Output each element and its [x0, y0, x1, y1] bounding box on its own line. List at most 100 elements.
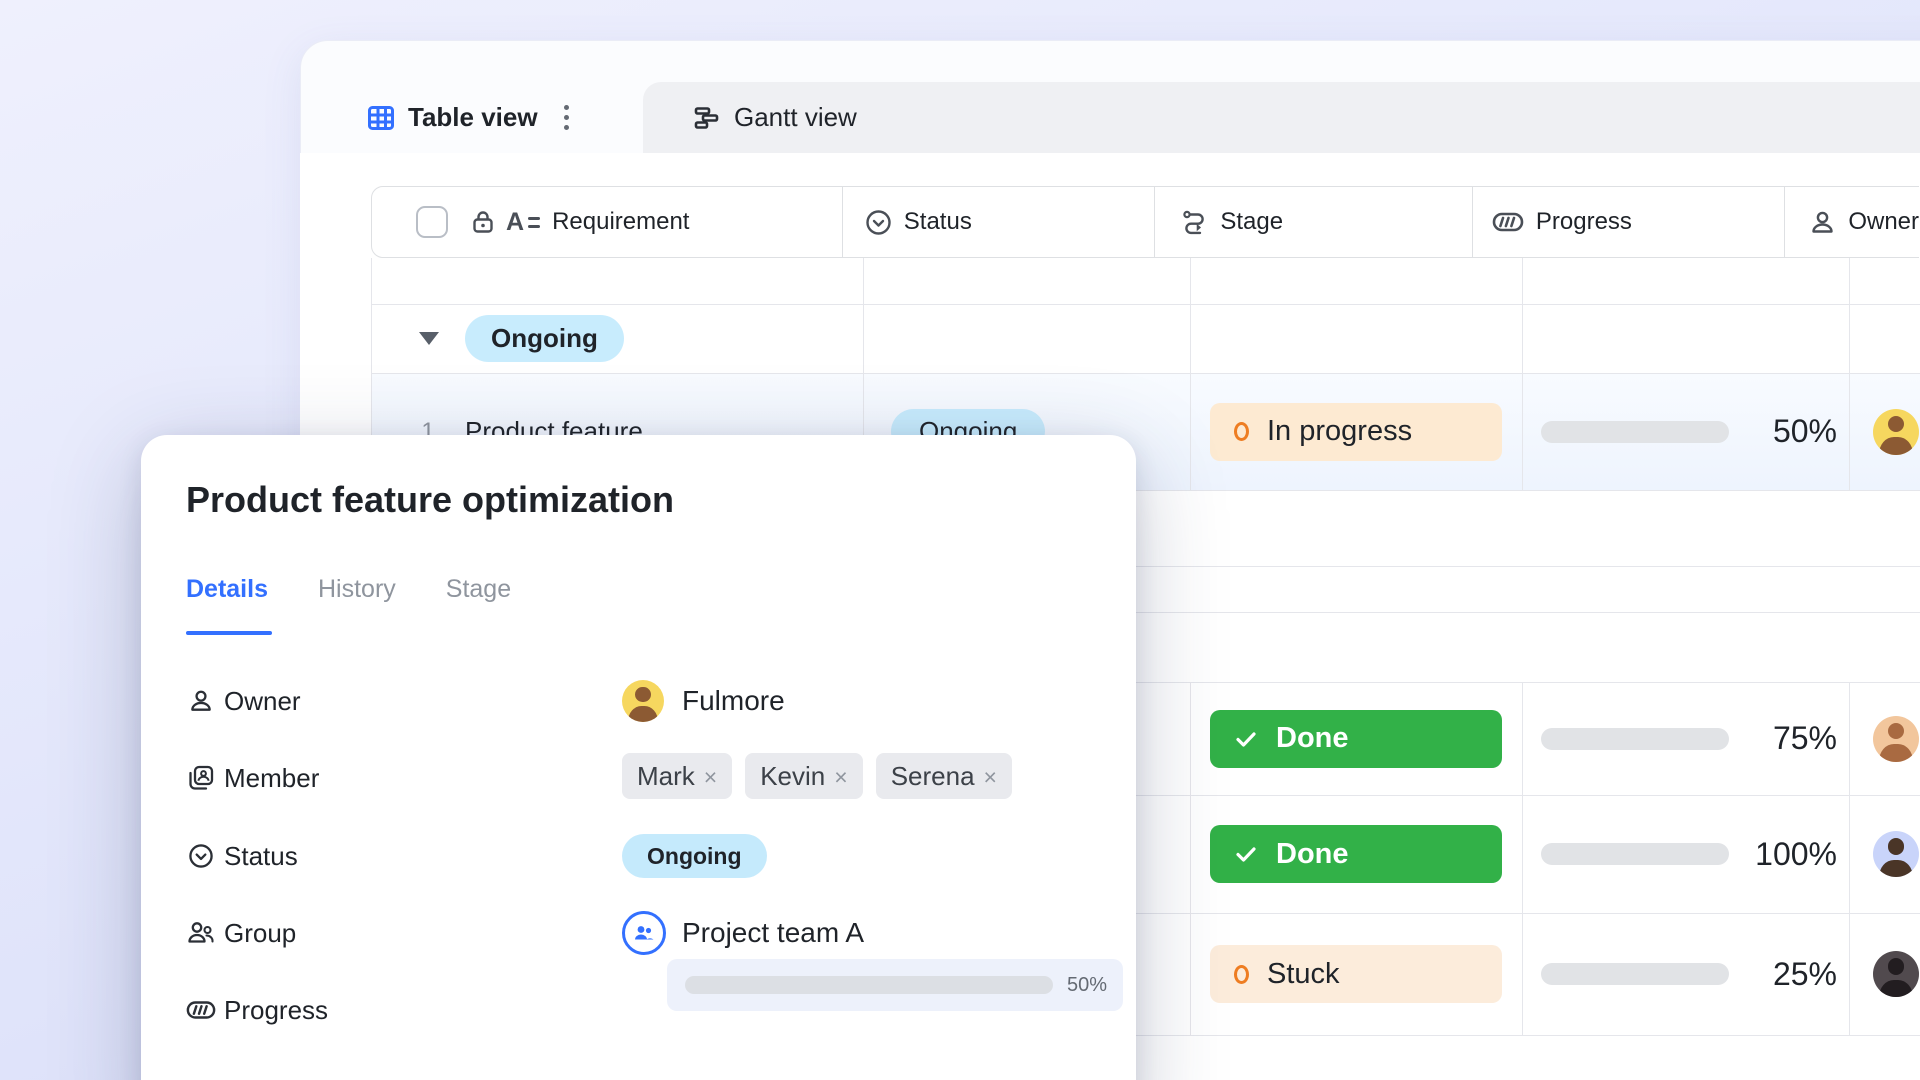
group-badge[interactable]: Ongoing: [465, 315, 624, 362]
progress-percent: 50%: [1729, 413, 1849, 450]
stage-chip: Done: [1210, 710, 1502, 768]
collapse-caret-icon[interactable]: [419, 332, 439, 345]
field-group-label: Group: [186, 908, 296, 958]
remove-member-icon[interactable]: ×: [834, 754, 847, 800]
field-status-value[interactable]: Ongoing: [622, 831, 767, 881]
field-label: Group: [224, 918, 296, 949]
cell-owner[interactable]: [1849, 682, 1920, 795]
member-chip[interactable]: Serena ×: [876, 753, 1012, 799]
tab-stage[interactable]: Stage: [446, 575, 511, 604]
remove-member-icon[interactable]: ×: [984, 754, 997, 800]
group-row-ongoing: Ongoing: [371, 304, 1920, 373]
stage-chip: In progress: [1210, 403, 1502, 461]
team-icon: [622, 911, 666, 955]
column-header-stage[interactable]: Stage: [1155, 187, 1473, 257]
cell-stage[interactable]: Done: [1190, 682, 1522, 795]
tab-gantt-view[interactable]: Gantt view: [693, 82, 857, 153]
avatar: [1873, 951, 1919, 997]
stage-route-icon: [1181, 209, 1208, 236]
avatar: [622, 680, 664, 722]
record-title: Product feature optimization: [186, 479, 674, 521]
column-header-requirement[interactable]: A Requirement: [372, 187, 843, 257]
tab-menu-dots-icon[interactable]: [564, 105, 569, 130]
cell-owner[interactable]: [1849, 373, 1920, 490]
progress-pill-icon: [1492, 210, 1524, 234]
member-name: Mark: [637, 753, 695, 799]
table-grid-icon: [367, 104, 395, 132]
stage-chip: Stuck: [1210, 945, 1502, 1003]
cell-owner[interactable]: [1849, 913, 1920, 1035]
member-chip[interactable]: Kevin ×: [745, 753, 862, 799]
status-circle-chevron-icon: [186, 843, 216, 869]
field-status-label: Status: [186, 831, 298, 881]
progress-track: [1541, 843, 1729, 865]
progress-track: [1541, 421, 1729, 443]
record-detail-modal: Product feature optimization Details His…: [141, 435, 1136, 1080]
avatar: [1873, 716, 1919, 762]
field-label: Owner: [224, 686, 301, 717]
column-label: Stage: [1220, 208, 1283, 236]
members-badges-icon: [186, 764, 216, 792]
status-pill: Ongoing: [622, 834, 767, 878]
stage-chip: Done: [1210, 825, 1502, 883]
column-header-status[interactable]: Status: [843, 187, 1156, 257]
stage-ring-icon: [1234, 422, 1249, 441]
text-field-icon: A: [506, 208, 540, 237]
progress-percent: 100%: [1729, 836, 1849, 873]
member-name: Serena: [891, 753, 975, 799]
column-header-owner[interactable]: Owner: [1785, 187, 1919, 257]
cell-stage[interactable]: In progress: [1190, 373, 1522, 490]
active-tab-underline: [186, 631, 272, 635]
people-group-icon: [186, 919, 216, 947]
field-group-value[interactable]: Project team A: [622, 908, 864, 958]
field-label: Member: [224, 763, 319, 794]
cell-stage[interactable]: Done: [1190, 795, 1522, 913]
person-icon: [1809, 209, 1836, 236]
cell-stage[interactable]: Stuck: [1190, 913, 1522, 1035]
avatar: [1873, 831, 1919, 877]
stage-label: Done: [1276, 722, 1349, 755]
group-name: Project team A: [682, 917, 864, 949]
field-owner-label: Owner: [186, 676, 301, 726]
field-label: Status: [224, 841, 298, 872]
cell-progress[interactable]: 75%: [1522, 682, 1849, 795]
field-member-label: Member: [186, 753, 319, 803]
tab-table-view[interactable]: Table view: [333, 82, 643, 153]
member-name: Kevin: [760, 753, 825, 799]
remove-member-icon[interactable]: ×: [704, 754, 717, 800]
check-icon: [1234, 727, 1258, 751]
stage-label: Stuck: [1267, 958, 1340, 991]
column-label: Status: [904, 208, 972, 236]
field-progress-label: Progress 50%: [186, 985, 328, 1035]
owner-name: Fulmore: [682, 685, 785, 717]
modal-tabs: Details History Stage: [186, 575, 511, 604]
check-icon: [1234, 842, 1258, 866]
tab-gantt-view-label: Gantt view: [734, 102, 857, 133]
status-circle-chevron-icon: [865, 209, 892, 236]
progress-track: [685, 976, 1053, 994]
progress-percent: 50%: [1067, 974, 1107, 997]
field-progress-value[interactable]: 50%: [667, 959, 1123, 1011]
cell-progress[interactable]: 25%: [1522, 913, 1849, 1035]
cell-owner[interactable]: [1849, 795, 1920, 913]
tab-details[interactable]: Details: [186, 575, 268, 604]
stage-label: In progress: [1267, 415, 1412, 448]
table-header-row: A Requirement Status Stage Progress Ow: [371, 186, 1919, 258]
person-icon: [186, 688, 216, 714]
field-owner-value[interactable]: Fulmore: [622, 676, 785, 726]
gantt-icon: [693, 104, 721, 132]
stage-label: Done: [1276, 838, 1349, 871]
field-member-value: Mark × Kevin × Serena ×: [622, 751, 1025, 801]
member-chip[interactable]: Mark ×: [622, 753, 732, 799]
stage-ring-icon: [1234, 965, 1249, 984]
column-header-progress[interactable]: Progress: [1473, 187, 1785, 257]
select-all-checkbox[interactable]: [416, 206, 448, 238]
screenshot-root: Table view Gantt view A Requirement: [0, 0, 1920, 1080]
cell-progress[interactable]: 50%: [1522, 373, 1849, 490]
tab-history[interactable]: History: [318, 575, 396, 604]
column-label: Requirement: [552, 208, 689, 236]
field-label: Progress: [224, 995, 328, 1026]
avatar: [1873, 409, 1919, 455]
cell-progress[interactable]: 100%: [1522, 795, 1849, 913]
column-label: Progress: [1536, 208, 1632, 236]
